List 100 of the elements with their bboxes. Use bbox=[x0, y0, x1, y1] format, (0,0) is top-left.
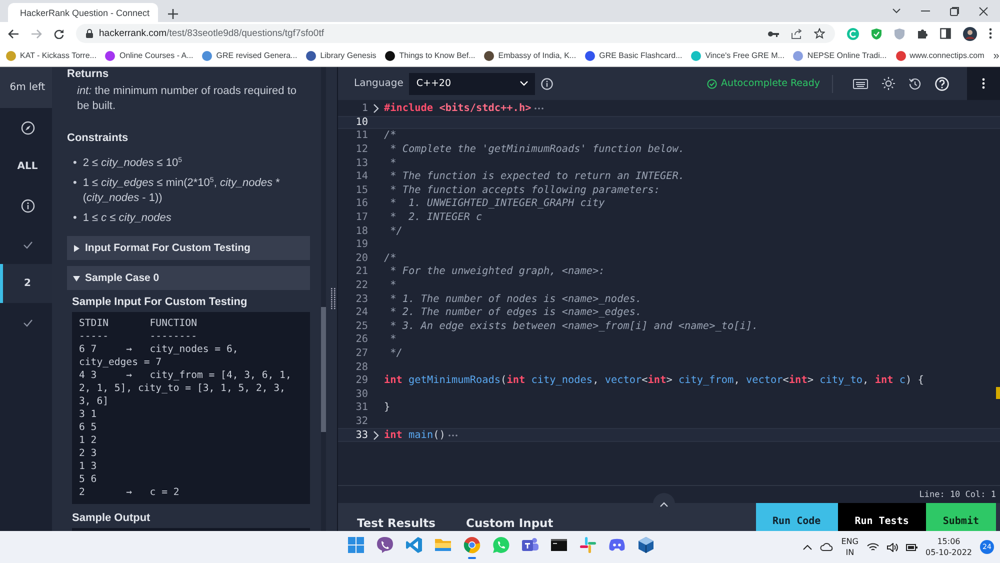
code-line: * 3. An edge exists between <name>_from[i] and <name>_to[i]. bbox=[389, 320, 758, 332]
code-line: /* bbox=[384, 130, 396, 142]
bookmark-link[interactable]: Library Genesis bbox=[320, 51, 376, 60]
line-number: 18 bbox=[354, 226, 368, 237]
start-icon[interactable] bbox=[346, 536, 364, 554]
restore-icon[interactable] bbox=[950, 6, 959, 16]
help-icon[interactable] bbox=[935, 76, 949, 90]
constraint-item: • 1 ≤ c ≤ city_nodes bbox=[73, 211, 172, 226]
bookmark-link[interactable]: www.connectips.com bbox=[910, 51, 984, 60]
accordion-header[interactable]: Sample Case 0 bbox=[67, 266, 310, 290]
scrollbar-marker bbox=[996, 387, 1000, 399]
back-icon[interactable] bbox=[8, 28, 19, 38]
line-number: 20 bbox=[354, 252, 368, 264]
shield-icon[interactable] bbox=[871, 28, 882, 40]
close-icon[interactable] bbox=[979, 6, 988, 16]
status-text: Autocomplete Ready bbox=[721, 78, 820, 89]
section-heading: Returns bbox=[67, 68, 110, 80]
submit-button[interactable]: Submit bbox=[926, 503, 996, 531]
subheading: Sample Input For Custom Testing bbox=[72, 296, 248, 308]
sun-icon[interactable] bbox=[882, 77, 895, 90]
code-line: * Complete the 'getMinimumRoads' function below. bbox=[389, 144, 685, 156]
sidebar-icon[interactable] bbox=[940, 28, 951, 39]
line-number: 15 bbox=[354, 184, 368, 196]
code-line: int getMinimumRoads(int city_nodes, vector<int> city_from, vector<int> city_to, int c) { bbox=[384, 375, 924, 386]
scrollbar-thumb[interactable] bbox=[321, 307, 326, 432]
address-bar[interactable]: hackerrank.com/test/83seotle9d8/questions/tgf7sfo0tf bbox=[76, 24, 835, 43]
code-line: */ bbox=[389, 226, 402, 237]
avatar[interactable] bbox=[963, 26, 977, 40]
chevron-down-icon[interactable] bbox=[892, 8, 901, 14]
chevron-right-icon[interactable] bbox=[373, 430, 379, 440]
hash-icon[interactable] bbox=[578, 536, 596, 554]
new-tab-icon[interactable] bbox=[168, 9, 178, 19]
clock-time[interactable]: 15:06 bbox=[937, 536, 960, 547]
cube-icon[interactable] bbox=[636, 536, 654, 554]
bookmark-link[interactable]: KAT - Kickass Torre... bbox=[20, 51, 96, 60]
bookmark-link[interactable]: Online Courses - A... bbox=[119, 51, 194, 60]
bookmark-link[interactable]: Embassy of India, K... bbox=[498, 51, 576, 60]
key-icon[interactable] bbox=[768, 30, 779, 36]
accordion-header[interactable]: Input Format For Custom Testing bbox=[67, 236, 310, 260]
bookmark-link[interactable]: GRE revised Genera... bbox=[216, 51, 298, 60]
code-line: * The function is expected to return an INTEGER. bbox=[389, 171, 685, 182]
bookmark-link[interactable]: Things to Know Bef... bbox=[399, 51, 476, 60]
team-icon[interactable] bbox=[520, 536, 538, 554]
menu-icon bbox=[982, 78, 985, 89]
lock-icon bbox=[86, 29, 93, 38]
code-block: STDIN FUNCTION ----- -------- 6 7 → city_nodes = 6, city_edges = 7 4 3 → city_from = [4, 3, 6, 1, 2, 1, 5], city_to = [3, 1, 5, 2, 3, 3, 6] 3 1 6 5 1 2 2 3 1 3 5 6 2 → c = 2 bbox=[72, 312, 310, 504]
line-number: 22 bbox=[354, 280, 368, 292]
subheading: Sample Output bbox=[72, 512, 152, 524]
battery-icon[interactable] bbox=[906, 542, 918, 552]
language-dropdown[interactable]: C++20 bbox=[409, 72, 536, 94]
menu-icon[interactable] bbox=[989, 28, 992, 39]
ellipsis-icon[interactable] bbox=[448, 434, 458, 437]
panel-tab[interactable]: Test Results bbox=[338, 516, 447, 531]
line-number: 1 bbox=[360, 103, 368, 114]
browser-tab[interactable]: HackerRank Question - Connect bbox=[8, 3, 158, 22]
code-line: * The function accepts following parameters: bbox=[389, 184, 660, 196]
code-line: } bbox=[384, 402, 390, 414]
phone-bubble-icon[interactable] bbox=[376, 536, 394, 554]
language-code[interactable]: ENG bbox=[841, 536, 858, 547]
cloud-icon[interactable] bbox=[820, 543, 834, 551]
code-line: int main() bbox=[384, 430, 446, 441]
code-line: * For the unweighted graph, <name>: bbox=[389, 266, 605, 278]
share-icon[interactable] bbox=[791, 28, 802, 38]
line-number: 23 bbox=[354, 294, 368, 305]
run-tests-button[interactable]: Run Tests bbox=[838, 503, 926, 531]
more-bookmarks-button[interactable]: » bbox=[993, 50, 1000, 62]
line-number: 25 bbox=[354, 320, 368, 332]
wifi-icon[interactable] bbox=[866, 542, 878, 552]
puzzle-icon[interactable] bbox=[917, 28, 928, 39]
clock-date[interactable]: 05-10-2022 bbox=[926, 547, 972, 558]
volume-icon[interactable] bbox=[886, 542, 898, 552]
ellipsis-icon[interactable] bbox=[534, 107, 544, 110]
code-line: * bbox=[389, 334, 396, 346]
check-icon bbox=[22, 318, 32, 326]
question-nav-item[interactable]: 2 bbox=[0, 264, 52, 303]
line-number: 24 bbox=[354, 307, 368, 318]
line-number: 17 bbox=[354, 212, 368, 224]
region-code[interactable]: IN bbox=[846, 547, 854, 558]
browser-icon[interactable] bbox=[462, 536, 480, 554]
line-number: 19 bbox=[354, 239, 368, 250]
question-nav-item[interactable]: ALL bbox=[0, 147, 52, 186]
keyboard-icon[interactable] bbox=[853, 78, 868, 88]
scrollbar[interactable] bbox=[321, 67, 326, 531]
star-icon[interactable] bbox=[814, 28, 825, 39]
chevron-up-icon[interactable] bbox=[803, 544, 812, 550]
bookmark-link[interactable]: Vince's Free GRE M... bbox=[705, 51, 784, 60]
info-icon[interactable] bbox=[541, 78, 554, 90]
resize-handle[interactable] bbox=[331, 288, 336, 310]
code-line: * bbox=[389, 280, 396, 292]
run-code-button[interactable]: Run Code bbox=[756, 503, 838, 531]
bookmark-link[interactable]: GRE Basic Flashcard... bbox=[599, 51, 682, 60]
reload-icon[interactable] bbox=[54, 28, 64, 38]
panel-tab[interactable]: Custom Input bbox=[447, 516, 556, 531]
minimize-icon[interactable] bbox=[921, 10, 930, 12]
chevron-right-icon[interactable] bbox=[373, 104, 379, 114]
code-editor-icon[interactable] bbox=[404, 536, 422, 554]
bookmark-link[interactable]: NEPSE Online Tradi... bbox=[807, 51, 887, 60]
line-number: 29 bbox=[354, 375, 368, 386]
history-icon[interactable] bbox=[909, 78, 921, 90]
check-icon bbox=[22, 240, 32, 248]
